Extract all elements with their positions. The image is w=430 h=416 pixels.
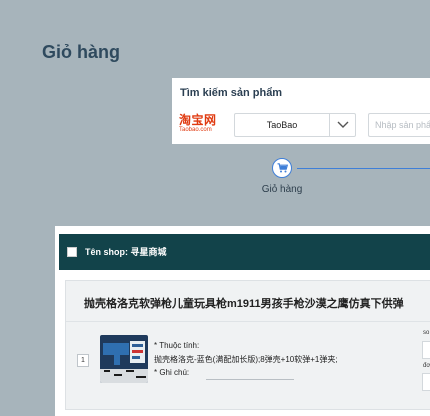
platform-select[interactable]: TaoBao [234,113,356,137]
product-title[interactable]: 抛壳格洛克软弹枪儿童玩具枪m1911男孩手枪沙漠之鹰仿真下供弹 [84,295,430,311]
shop-card: Tên shop: 寻星商城 抛壳格洛克软弹枪儿童玩具枪m1911男孩手枪沙漠之… [55,226,430,416]
shop-header: Tên shop: 寻星商城 [59,234,430,270]
steps-progress-line [297,168,430,169]
cart-item: 抛壳格洛克软弹枪儿童玩具枪m1911男孩手枪沙漠之鹰仿真下供弹 1 * Thuộ… [65,280,430,410]
product-thumbnail[interactable] [100,335,148,383]
search-panel: Tìm kiếm sản phẩm 淘宝网 Taobao.com TaoBao [172,78,430,144]
item-divider [66,321,430,322]
note-label: * Ghi chú: [154,368,190,377]
cart-icon [277,163,288,173]
attributes-label: * Thuộc tính: [154,341,200,350]
shop-name: Tên shop: 寻星商城 [85,247,167,257]
price-label: đơ [423,363,430,369]
shop-select-checkbox[interactable] [67,247,77,257]
price-field[interactable] [422,373,430,391]
quantity-label: so [423,330,430,336]
logo-text: 淘宝网 [179,113,217,127]
page-title: Giỏ hàng [42,42,120,62]
search-title: Tìm kiếm sản phẩm [180,87,283,99]
platform-select-value: TaoBao [266,120,298,130]
quantity-field[interactable] [422,341,430,359]
search-input[interactable] [368,113,430,137]
taobao-logo: 淘宝网 Taobao.com [179,114,227,136]
attributes-value: 抛壳格洛克-蓝色(满配加长版);8弹壳+10软弹+1弹夹; [154,355,338,364]
logo-subtext: Taobao.com [179,127,212,133]
chevron-down-icon[interactable] [329,114,355,136]
step-cart-label: Giỏ hàng [261,184,303,195]
step-cart[interactable] [272,158,292,178]
note-input[interactable] [206,379,294,380]
item-index: 1 [77,354,89,367]
